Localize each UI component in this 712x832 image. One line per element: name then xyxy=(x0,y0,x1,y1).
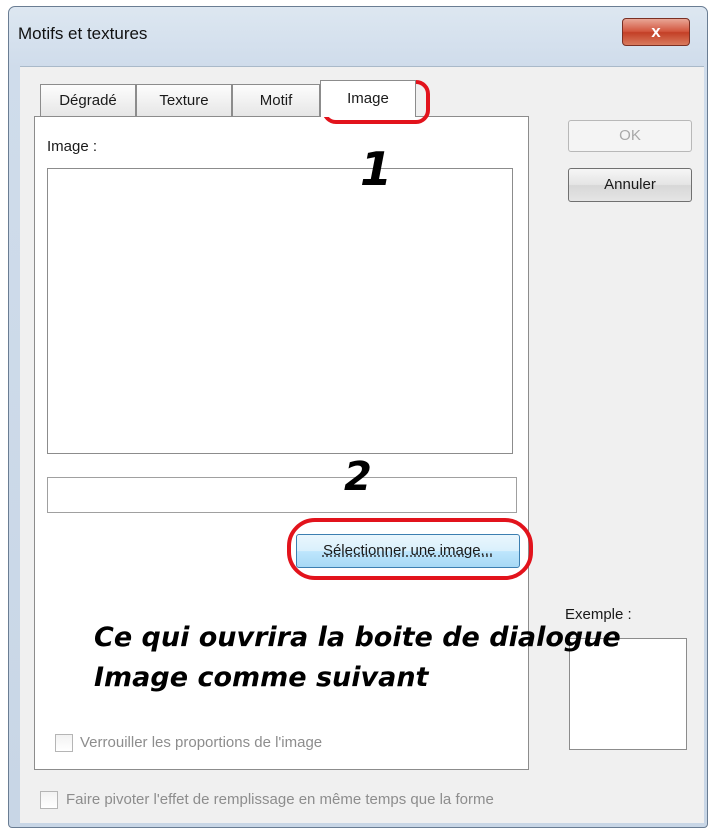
cancel-button[interactable]: Annuler xyxy=(568,168,692,202)
tab-label: Motif xyxy=(259,92,293,109)
image-file-field[interactable] xyxy=(47,477,517,513)
annotation-caption-line1: Ce qui ouvrira la boite de dialogue xyxy=(94,622,621,653)
window-title: Motifs et textures xyxy=(18,24,148,43)
example-preview xyxy=(569,638,687,750)
rotate-fill-label: Faire pivoter l'effet de remplissage en … xyxy=(66,791,494,808)
tab-texture[interactable]: Texture xyxy=(136,84,232,116)
lock-proportions-label: Verrouiller les proportions de l'image xyxy=(80,734,323,751)
example-label: Exemple : xyxy=(565,606,632,623)
tab-label: Dégradé xyxy=(59,92,117,109)
select-image-button[interactable]: Sélectionner une image... xyxy=(296,534,520,568)
tab-degrade[interactable]: Dégradé xyxy=(40,84,136,116)
ok-button[interactable]: OK xyxy=(568,120,692,152)
close-icon: x xyxy=(651,22,661,41)
lock-proportions-checkbox[interactable] xyxy=(55,734,73,752)
annotation-marker-1: 1 xyxy=(360,142,393,196)
tab-label: Texture xyxy=(159,92,209,109)
image-preview-area xyxy=(47,168,513,454)
rotate-fill-checkbox[interactable] xyxy=(40,791,58,809)
annotation-marker-2: 2 xyxy=(344,454,372,500)
image-label: Image : xyxy=(47,138,98,155)
close-button[interactable]: x xyxy=(622,18,690,46)
annotation-caption-line2: Image comme suivant xyxy=(94,662,429,693)
tab-label: Image xyxy=(347,90,389,107)
tab-image[interactable]: Image xyxy=(320,80,416,117)
select-image-label: Sélectionner une image... xyxy=(322,542,494,559)
tab-motif[interactable]: Motif xyxy=(232,84,320,116)
